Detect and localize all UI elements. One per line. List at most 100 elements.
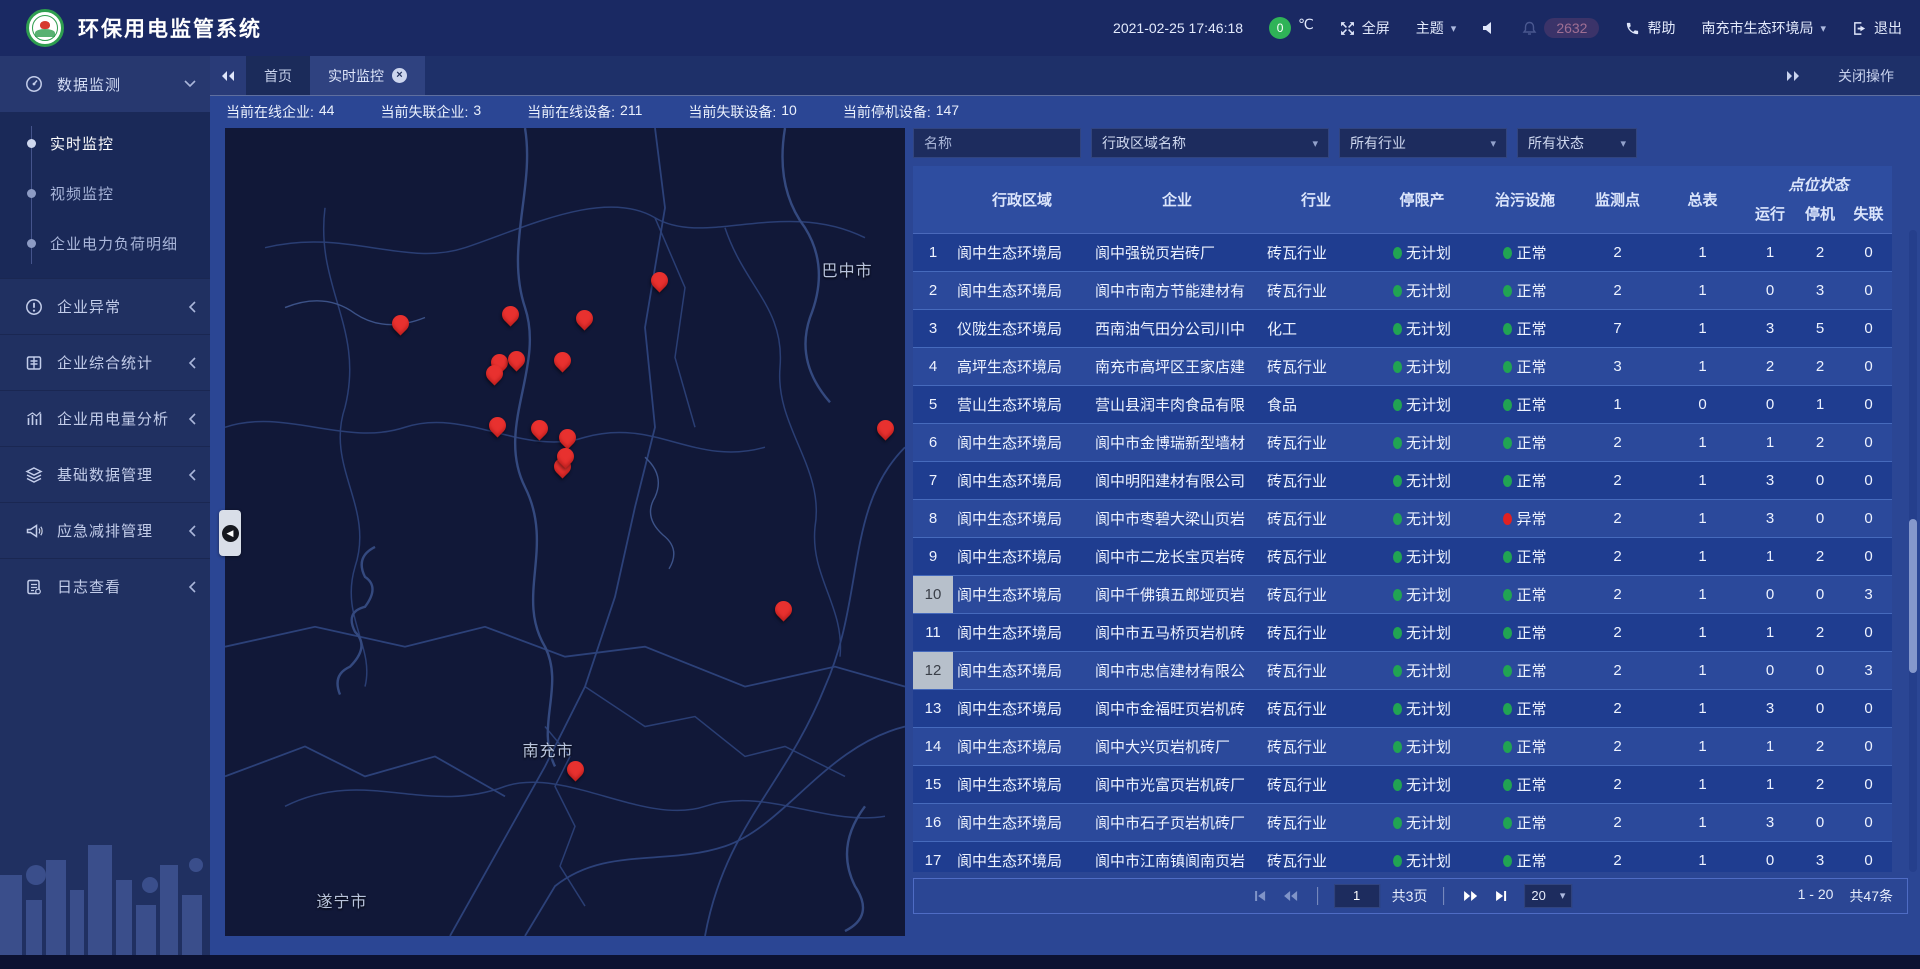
table-row[interactable]: 13阆中生态环境局阆中市金福旺页岩机砖砖瓦行业无计划正常21300 <box>913 689 1892 727</box>
table-row[interactable]: 5营山生态环境局营山县润丰肉食品有限食品无计划正常10010 <box>913 385 1892 423</box>
double-chevron-right-icon[interactable] <box>1786 70 1800 82</box>
cell-index: 11 <box>913 613 953 651</box>
map-marker-pin[interactable] <box>487 417 507 443</box>
org-dropdown[interactable]: 南充市生态环境局 ▾ <box>1701 18 1826 38</box>
cell-run-count: 0 <box>1745 575 1795 613</box>
cell-limit-status: 无计划 <box>1369 461 1475 499</box>
table-row[interactable]: 6阆中生态环境局阆中市金博瑞新型墙材砖瓦行业无计划正常21120 <box>913 423 1892 461</box>
submenu-data-monitoring: 实时监控 视频监控 企业电力负荷明细 <box>0 112 210 278</box>
cell-industry: 砖瓦行业 <box>1263 803 1369 841</box>
row-number: 9 <box>913 538 953 575</box>
fullscreen-icon <box>1340 21 1355 36</box>
close-operations-button[interactable]: 关闭操作 <box>1838 66 1894 86</box>
map-marker-pin[interactable] <box>876 420 896 446</box>
region-filter-select[interactable]: 行政区域名称 ▾ <box>1091 128 1329 158</box>
tabs-scroll-left-button[interactable] <box>210 56 246 95</box>
map-marker-pin[interactable] <box>574 310 594 336</box>
stat-value: 10 <box>781 102 797 122</box>
tab-realtime-monitor[interactable]: 实时监控 × <box>310 56 425 95</box>
table-row[interactable]: 16阆中生态环境局阆中市石子页岩机砖厂砖瓦行业无计划正常21300 <box>913 803 1892 841</box>
close-tab-icon[interactable]: × <box>392 68 407 83</box>
chevron-left-icon <box>188 525 196 537</box>
sidebar-item-realtime-monitor[interactable]: 实时监控 <box>0 118 210 168</box>
mute-button[interactable] <box>1482 21 1496 35</box>
status-dot-green <box>1393 741 1402 753</box>
page-number-input[interactable] <box>1334 884 1380 908</box>
help-button[interactable]: 帮助 <box>1625 18 1675 38</box>
status-dot-green <box>1393 779 1402 791</box>
map-marker-pin[interactable] <box>390 315 410 341</box>
table-row[interactable]: 8阆中生态环境局阆中市枣碧大梁山页岩砖瓦行业无计划异常21300 <box>913 499 1892 537</box>
next-page-button[interactable] <box>1460 886 1480 906</box>
first-page-button[interactable] <box>1249 886 1269 906</box>
industry-filter-select[interactable]: 所有行业 ▾ <box>1339 128 1507 158</box>
map-collapse-handle[interactable]: ◀ <box>219 510 241 556</box>
cell-facility-status: 正常 <box>1475 613 1575 651</box>
sidebar-item-data-monitoring[interactable]: 数据监测 <box>0 56 210 112</box>
table-row[interactable]: 7阆中生态环境局阆中明阳建材有限公司砖瓦行业无计划正常21300 <box>913 461 1892 499</box>
map-marker-pin[interactable] <box>650 272 670 298</box>
sidebar-item-power-load-detail[interactable]: 企业电力负荷明细 <box>0 218 210 268</box>
last-page-button[interactable] <box>1492 886 1512 906</box>
scrollbar-thumb[interactable] <box>1909 519 1917 673</box>
table-row[interactable]: 9阆中生态环境局阆中市二龙长宝页岩砖砖瓦行业无计划正常21120 <box>913 537 1892 575</box>
cell-lost-count: 0 <box>1845 271 1892 309</box>
logout-button[interactable]: 退出 <box>1852 18 1902 38</box>
map-marker-pin[interactable] <box>529 420 549 446</box>
map-marker-pin[interactable] <box>501 306 521 332</box>
sidebar-item-log-view[interactable]: 日志查看 <box>0 558 210 614</box>
table-row[interactable]: 1阆中生态环境局阆中强锐页岩砖厂砖瓦行业无计划正常21120 <box>913 234 1892 272</box>
table-scrollbar[interactable] <box>1909 230 1917 872</box>
cell-stop-count: 0 <box>1795 651 1845 689</box>
cell-limit-status: 无计划 <box>1369 309 1475 347</box>
datetime: 2021-02-25 17:46:18 <box>1113 20 1243 36</box>
map-marker-pin[interactable] <box>553 352 573 378</box>
stat-item: 当前停机设备:147 <box>843 102 959 122</box>
status-filter-select[interactable]: 所有状态 ▾ <box>1517 128 1637 158</box>
table-row[interactable]: 3仪陇生态环境局西南油气田分公司川中化工无计划正常71350 <box>913 309 1892 347</box>
sidebar-item-power-analysis[interactable]: 企业用电量分析 <box>0 390 210 446</box>
map-marker-pin[interactable] <box>774 601 794 627</box>
table-row[interactable]: 17阆中生态环境局阆中市江南镇阆南页岩砖瓦行业无计划正常21030 <box>913 841 1892 872</box>
sidebar-item-enterprise-abnormal[interactable]: 企业异常 <box>0 278 210 334</box>
prev-page-button[interactable] <box>1281 886 1301 906</box>
page-size-select[interactable]: 20 ▾ <box>1524 884 1572 908</box>
theme-dropdown[interactable]: 主题 ▾ <box>1416 18 1457 38</box>
table-row[interactable]: 12阆中生态环境局阆中市忠信建材有限公砖瓦行业无计划正常21003 <box>913 651 1892 689</box>
notifications[interactable]: 2632 <box>1522 18 1599 38</box>
tab-home[interactable]: 首页 <box>246 56 310 95</box>
table-row[interactable]: 15阆中生态环境局阆中市光富页岩机砖厂砖瓦行业无计划正常21120 <box>913 765 1892 803</box>
status-dot-green <box>1503 703 1512 715</box>
main-area: 首页 实时监控 × 关闭操作 当前在线企业:44当前失联企业:3当前在线设备:2… <box>210 56 1920 955</box>
sidebar-item-enterprise-statistics[interactable]: 企业综合统计 <box>0 334 210 390</box>
map-canvas[interactable]: 巴中市南充市遂宁市 ◀ <box>225 128 905 936</box>
pin-icon <box>504 347 528 371</box>
sidebar-item-emergency-reduction[interactable]: 应急减排管理 <box>0 502 210 558</box>
table-header: 行政区域 企业 行业 停限产 治污设施 监测点 总表 点位状态 <box>913 166 1892 234</box>
cell-limit-status: 无计划 <box>1369 727 1475 765</box>
status-dot-green <box>1393 247 1402 259</box>
stat-item: 当前在线企业:44 <box>226 102 334 122</box>
name-filter-input[interactable] <box>913 128 1081 158</box>
status-dot-green <box>1393 437 1402 449</box>
map-marker-pin[interactable] <box>565 761 585 787</box>
sidebar-item-base-data[interactable]: 基础数据管理 <box>0 446 210 502</box>
fullscreen-button[interactable]: 全屏 <box>1340 18 1390 38</box>
row-number: 13 <box>913 690 953 727</box>
cell-facility-status: 正常 <box>1475 727 1575 765</box>
stat-label: 当前失联企业: <box>380 102 468 122</box>
map-marker-pin[interactable] <box>506 351 526 377</box>
map-marker-pin[interactable] <box>485 365 505 391</box>
col-header-meter: 总表 <box>1660 166 1745 233</box>
cell-limit-status: 无计划 <box>1369 613 1475 651</box>
table-row[interactable]: 2阆中生态环境局阆中市南方节能建材有砖瓦行业无计划正常21030 <box>913 271 1892 309</box>
sidebar-item-video-monitor[interactable]: 视频监控 <box>0 168 210 218</box>
table-row[interactable]: 14阆中生态环境局阆中大兴页岩机砖厂砖瓦行业无计划正常21120 <box>913 727 1892 765</box>
cell-stop-count: 3 <box>1795 841 1845 872</box>
cell-run-count: 2 <box>1745 347 1795 385</box>
table-row[interactable]: 4高坪生态环境局南充市高坪区王家店建砖瓦行业无计划正常31220 <box>913 347 1892 385</box>
table-row[interactable]: 11阆中生态环境局阆中市五马桥页岩机砖砖瓦行业无计划正常21120 <box>913 613 1892 651</box>
table-body-viewport[interactable]: 1阆中生态环境局阆中强锐页岩砖厂砖瓦行业无计划正常211202阆中生态环境局阆中… <box>913 234 1908 872</box>
map-marker-pin[interactable] <box>556 448 576 474</box>
table-row[interactable]: 10阆中生态环境局阆中千佛镇五郎垭页岩砖瓦行业无计划正常21003 <box>913 575 1892 613</box>
